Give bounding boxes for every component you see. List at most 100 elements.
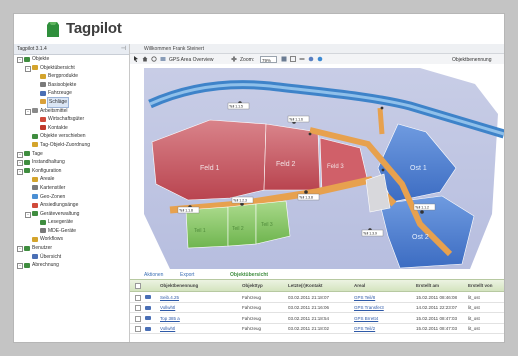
cell-area[interactable]: GPS Brrett4 xyxy=(354,316,378,321)
grid-header: Objektbenennung Objekttyp Letzte(r)Konta… xyxy=(130,279,504,292)
settle-icon xyxy=(32,202,38,208)
expand-toggle-icon[interactable]: − xyxy=(17,57,23,63)
tree-item-label: Instandhaltung xyxy=(32,159,65,166)
tree-item[interactable]: Workflows xyxy=(14,235,129,244)
waypoint-1[interactable] xyxy=(381,168,385,172)
col-erstellt-von[interactable]: Erstellt von xyxy=(468,283,493,288)
expand-toggle-icon[interactable]: − xyxy=(17,151,23,158)
cell-name[interactable]: Top 385 a xyxy=(160,316,180,321)
road-stub xyxy=(377,107,385,135)
tree-item[interactable]: Kontakte xyxy=(14,124,129,133)
zoom-select[interactable]: 79% xyxy=(260,55,277,63)
tree-item-label: Benutzer xyxy=(32,245,53,252)
waypoint-3[interactable] xyxy=(380,106,384,110)
expand-toggle-icon[interactable]: − xyxy=(17,168,23,175)
tree-item[interactable]: Lesegeräte xyxy=(14,218,129,227)
select-all-checkbox[interactable] xyxy=(135,283,141,289)
settings-icon[interactable] xyxy=(308,56,314,62)
cell-name[interactable]: Vollwhtl xyxy=(160,326,175,331)
tree-item[interactable]: Geo-Zonen xyxy=(14,193,129,202)
table-row[interactable]: Seib.4.25 Fahrzeug 03.02.2011 21:18:07 GPS … xyxy=(130,292,504,303)
tree-item[interactable]: Kartenstiler xyxy=(14,184,129,193)
vehicle-icon xyxy=(145,295,151,299)
actions-menu[interactable]: Aktionen xyxy=(144,272,163,278)
tree-item-label: Geräteverwaltung xyxy=(40,210,80,217)
tree-item[interactable]: − Tage xyxy=(14,150,129,159)
col-erstellt-am[interactable]: Erstellt am xyxy=(416,283,439,288)
waypoint-2[interactable] xyxy=(308,132,312,136)
tree-item-label: Tag-Objekt-Zuordnung xyxy=(40,141,91,148)
days-icon xyxy=(24,151,30,157)
refresh-icon[interactable] xyxy=(151,56,157,62)
tree-item[interactable]: MDE-Geräte xyxy=(14,227,129,236)
expand-toggle-icon[interactable]: − xyxy=(17,263,23,270)
object-overview-tab[interactable]: Objektübersicht xyxy=(230,272,268,278)
area-icon xyxy=(32,176,38,182)
expand-toggle-icon[interactable]: − xyxy=(25,108,31,115)
goods-icon xyxy=(40,116,46,122)
col-letzter-kontakt[interactable]: Letzte(r)Kontakt xyxy=(288,283,323,288)
tree-item[interactable]: − Konfiguration xyxy=(14,167,129,176)
expand-toggle-icon[interactable]: − xyxy=(17,246,23,253)
reader-icon xyxy=(40,219,46,225)
tree-header: Tagpilot 3.1.4 ⊣ xyxy=(14,44,129,55)
expand-toggle-icon[interactable]: − xyxy=(17,160,23,167)
tree-item[interactable]: Übersicht xyxy=(14,253,129,262)
col-objekttyp[interactable]: Objekttyp xyxy=(242,283,263,288)
col-areal[interactable]: Areal xyxy=(354,283,365,288)
table-row[interactable]: Vollwhtl Fahrzeug 03.02.2011 21:18:02 GPS T… xyxy=(130,324,504,334)
object-naming-label: Objektbenennung xyxy=(452,56,492,63)
cell-contact: 03.02.2011 21:18:07 xyxy=(288,294,329,300)
field-feld-2[interactable] xyxy=(263,123,321,191)
tree-item[interactable]: Areale xyxy=(14,175,129,184)
cell-area[interactable]: GPS Transfer3 xyxy=(354,305,384,310)
layer-icon[interactable] xyxy=(160,56,166,62)
tree-item[interactable]: Ansiedlungsänge xyxy=(14,201,129,210)
tree-item[interactable]: − Objekte xyxy=(14,55,129,64)
pointer-icon[interactable] xyxy=(133,56,139,62)
tree-item[interactable]: Bergprodukte xyxy=(14,72,129,81)
tree-item[interactable]: Wirtschaftsgüter xyxy=(14,115,129,124)
grid-body: Seib.4.25 Fahrzeug 03.02.2011 21:18:07 GPS … xyxy=(130,292,504,334)
tree-item-label: Arbeitsmittel xyxy=(40,107,68,114)
tree-item[interactable]: − Abrechnung xyxy=(14,261,129,270)
globe-icon[interactable] xyxy=(317,56,323,62)
grid-icon[interactable] xyxy=(290,56,296,62)
tree-item[interactable]: Fahrzeuge xyxy=(14,89,129,98)
row-checkbox[interactable] xyxy=(135,326,141,332)
cell-area[interactable]: GPS Teil/2 xyxy=(354,326,375,331)
table-row[interactable]: Top 385 a Fahrzeug 03.02.2011 21:18:54 GPS … xyxy=(130,313,504,324)
tree-item-label: Areale xyxy=(40,176,55,183)
tree-item[interactable]: Schläge xyxy=(14,97,129,108)
tree-item[interactable]: − Geräteverwaltung xyxy=(14,210,129,219)
tree-item[interactable]: − Objektübersicht xyxy=(14,64,129,73)
field-teil-2[interactable] xyxy=(227,203,257,247)
row-checkbox[interactable] xyxy=(135,305,141,311)
cell-name[interactable]: Vollwhtl xyxy=(160,305,175,310)
save-icon[interactable] xyxy=(281,56,287,62)
expand-toggle-icon[interactable]: − xyxy=(25,65,31,72)
col-objektbenennung[interactable]: Objektbenennung xyxy=(160,283,198,288)
map-canvas[interactable]: Feld 1 Feld 2 Feld 3 Ost 1 Ost 2 Teil 1 … xyxy=(130,64,504,269)
tree-item[interactable]: Tag-Objekt-Zuordnung xyxy=(14,141,129,150)
cell-area[interactable]: GPS Teil/8 xyxy=(354,295,375,300)
vehicle-marker-5-label: Teil 1.3.8 xyxy=(299,196,313,200)
map-view[interactable]: Feld 1 Feld 2 Feld 3 Ost 1 Ost 2 Teil 1 … xyxy=(130,64,504,269)
gps-area-overview-label[interactable]: GPS Area Overview xyxy=(169,57,213,63)
tree-item[interactable]: Objekte verschieben xyxy=(14,132,129,141)
tree-item[interactable]: Basisobjekte xyxy=(14,81,129,90)
tree-item[interactable]: − Instandhaltung xyxy=(14,158,129,167)
home-icon[interactable] xyxy=(142,56,148,62)
pin-icon[interactable]: ⊣ xyxy=(121,45,126,52)
cell-created: 15.02.2011 08:47:03 xyxy=(416,326,457,331)
ruler-icon[interactable] xyxy=(299,56,305,62)
row-checkbox[interactable] xyxy=(135,294,141,301)
expand-toggle-icon[interactable]: − xyxy=(25,211,31,218)
table-row[interactable]: Vollwhtl Fahrzeug 03.02.2011 21:16:06 GPS T… xyxy=(130,303,504,313)
pan-icon[interactable] xyxy=(231,56,237,62)
cell-name[interactable]: Seib.4.25 xyxy=(160,295,179,300)
row-checkbox[interactable] xyxy=(135,315,141,322)
export-button[interactable]: Export xyxy=(180,272,194,278)
tree-item[interactable]: − Benutzer xyxy=(14,244,129,253)
tree-item[interactable]: − Arbeitsmittel xyxy=(14,107,129,116)
